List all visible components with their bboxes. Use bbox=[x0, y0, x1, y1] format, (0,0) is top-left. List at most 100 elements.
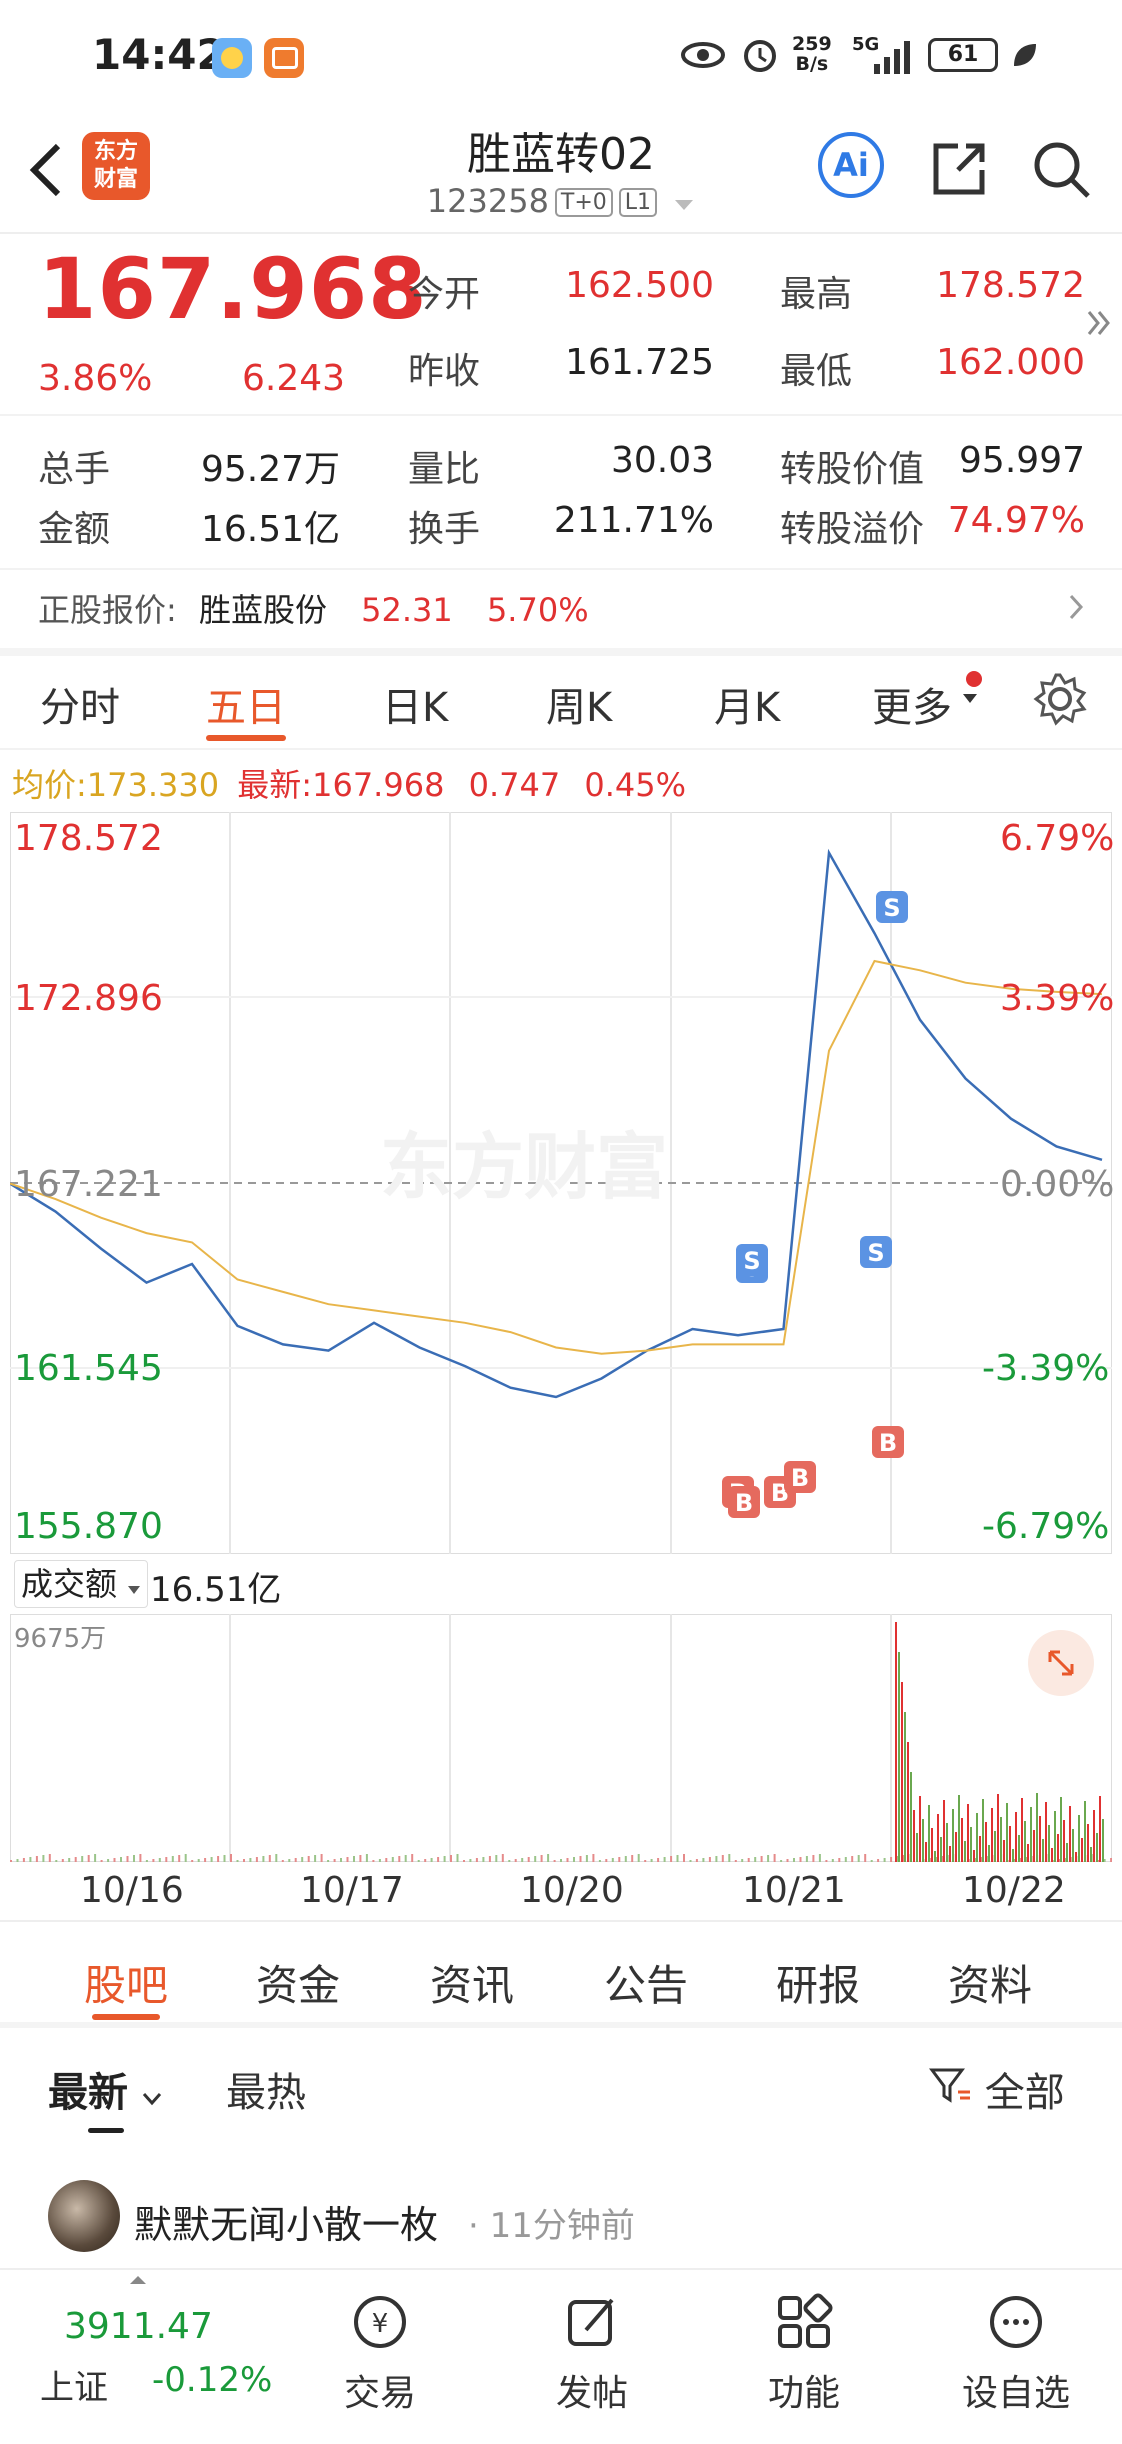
volume-bar bbox=[877, 1859, 880, 1862]
volume-bar bbox=[895, 1622, 897, 1862]
volume-bar bbox=[715, 1856, 718, 1862]
volume-bar bbox=[372, 1860, 375, 1862]
tab-daily-k[interactable]: 日K bbox=[382, 675, 448, 733]
volume-bar bbox=[780, 1860, 783, 1862]
volume-bar bbox=[631, 1855, 634, 1862]
volume-selector[interactable]: 成交额 bbox=[14, 1560, 149, 1608]
latest-chg: 0.747 bbox=[468, 766, 561, 804]
tab-research[interactable]: 研报 bbox=[776, 1952, 860, 2013]
volume-bar bbox=[964, 1841, 966, 1862]
volume-bar bbox=[488, 1856, 491, 1862]
volume-bar bbox=[566, 1858, 569, 1862]
trade-mark-label: S bbox=[743, 1247, 760, 1275]
t0-tag: T+0 bbox=[554, 188, 613, 217]
watermark: 东方财富 bbox=[380, 1128, 668, 1208]
latest-value: 167.968 bbox=[312, 766, 445, 804]
volume-bar bbox=[1063, 1820, 1065, 1862]
volume-bar bbox=[676, 1855, 679, 1862]
caret-down-icon bbox=[128, 1586, 141, 1594]
volume-bar bbox=[825, 1860, 828, 1862]
nav-post[interactable]: 发帖 bbox=[522, 2290, 662, 2416]
sort-hot[interactable]: 最热 bbox=[226, 2060, 306, 2118]
trade-icon: ¥ bbox=[354, 2296, 406, 2348]
tab-monthly-k[interactable]: 月K bbox=[714, 675, 780, 733]
buy-mark[interactable]: B bbox=[872, 1426, 904, 1458]
search-icon[interactable] bbox=[1030, 138, 1092, 200]
volume-bar bbox=[1087, 1824, 1089, 1862]
stock-name: 胜蓝股份 bbox=[198, 591, 327, 629]
high-label: 最高 bbox=[780, 274, 853, 315]
change-pct: 3.86% bbox=[38, 358, 153, 399]
open-value: 162.500 bbox=[565, 265, 714, 306]
volume-value: 95.27万 bbox=[200, 449, 340, 490]
alarm-icon bbox=[744, 40, 776, 72]
fullscreen-button[interactable] bbox=[1028, 1630, 1094, 1696]
tab-news[interactable]: 资讯 bbox=[430, 1952, 514, 2013]
volume-bar bbox=[618, 1857, 621, 1862]
caret-down-icon bbox=[963, 694, 977, 703]
volume-bar bbox=[223, 1855, 226, 1862]
volume-bar bbox=[68, 1858, 71, 1862]
volume-bar bbox=[760, 1856, 763, 1862]
volume-bar bbox=[670, 1856, 673, 1862]
volume-bar bbox=[327, 1860, 330, 1862]
turnover-label: 换手 bbox=[408, 509, 481, 550]
volume-bar bbox=[870, 1860, 873, 1862]
expand-right-icon[interactable] bbox=[1086, 308, 1112, 338]
post-item[interactable]: 默默无闻小散一枚 · 11分钟前 bbox=[48, 2180, 1078, 2260]
volume-bar bbox=[585, 1855, 588, 1862]
l1-tag: L1 bbox=[618, 188, 658, 217]
volume-bar bbox=[133, 1855, 135, 1862]
volume-chart[interactable] bbox=[10, 1614, 1112, 1862]
volume-bar bbox=[145, 1860, 148, 1862]
sell-mark[interactable]: S bbox=[876, 891, 908, 923]
volume-bar bbox=[928, 1805, 930, 1862]
svg-text:¥: ¥ bbox=[372, 2309, 389, 2339]
section-gap bbox=[0, 2022, 1122, 2028]
volume-bar bbox=[985, 1822, 987, 1862]
sell-mark[interactable]: S bbox=[860, 1236, 892, 1268]
sort-latest[interactable]: 最新 bbox=[48, 2060, 162, 2118]
volume-bar bbox=[838, 1858, 841, 1862]
tab-announcements[interactable]: 公告 bbox=[604, 1952, 688, 2013]
volume-bar bbox=[210, 1857, 213, 1862]
underlying-stock-row[interactable]: 正股报价: 胜蓝股份 52.31 5.70% bbox=[38, 585, 1088, 635]
tab-more[interactable]: 更多 bbox=[872, 675, 952, 733]
buy-mark[interactable]: B bbox=[784, 1461, 816, 1493]
weather-icon bbox=[212, 38, 252, 78]
nav-add-watchlist[interactable]: 设自选 bbox=[946, 2290, 1086, 2416]
tab-minute[interactable]: 分时 bbox=[40, 675, 120, 733]
filter-button[interactable]: 全部 bbox=[928, 2060, 1065, 2118]
sell-mark[interactable]: S bbox=[736, 1244, 768, 1276]
volume-bar bbox=[184, 1854, 187, 1862]
volume-bar bbox=[650, 1859, 653, 1862]
volume-bar bbox=[1051, 1848, 1053, 1862]
share-icon[interactable] bbox=[928, 138, 990, 200]
volume-bar bbox=[217, 1856, 220, 1862]
ai-button[interactable]: Ai bbox=[818, 132, 884, 198]
volume-bar bbox=[970, 1827, 972, 1862]
volume-bar bbox=[949, 1846, 951, 1862]
nav-trade[interactable]: ¥ 交易 bbox=[310, 2290, 450, 2416]
gear-icon[interactable] bbox=[1032, 671, 1088, 727]
tab-guba[interactable]: 股吧 bbox=[84, 1952, 168, 2013]
volume-bar bbox=[469, 1859, 472, 1862]
buy-mark[interactable]: B bbox=[728, 1486, 760, 1518]
price-chart[interactable]: 东方财富 SSSSBBBBB bbox=[10, 812, 1112, 1554]
volume-bar bbox=[919, 1796, 921, 1862]
tab-weekly-k[interactable]: 周K bbox=[546, 675, 612, 733]
vol-ratio-value: 30.03 bbox=[610, 440, 714, 481]
nav-functions[interactable]: 功能 bbox=[734, 2290, 874, 2416]
volume-bar bbox=[922, 1819, 924, 1862]
volume-bar bbox=[1093, 1810, 1095, 1862]
tab-profile[interactable]: 资料 bbox=[948, 1952, 1032, 2013]
low-label: 最低 bbox=[780, 351, 853, 392]
volume-bar bbox=[767, 1855, 770, 1862]
volume-bar bbox=[204, 1858, 207, 1862]
volume-bar bbox=[158, 1858, 161, 1862]
tab-five-day[interactable]: 五日 bbox=[206, 675, 286, 733]
volume-bar bbox=[728, 1854, 731, 1862]
index-ticker[interactable]: 3911.47 上证 -0.12% bbox=[40, 2290, 300, 2420]
tab-funds[interactable]: 资金 bbox=[256, 1952, 340, 2013]
open-label: 今开 bbox=[408, 274, 481, 315]
